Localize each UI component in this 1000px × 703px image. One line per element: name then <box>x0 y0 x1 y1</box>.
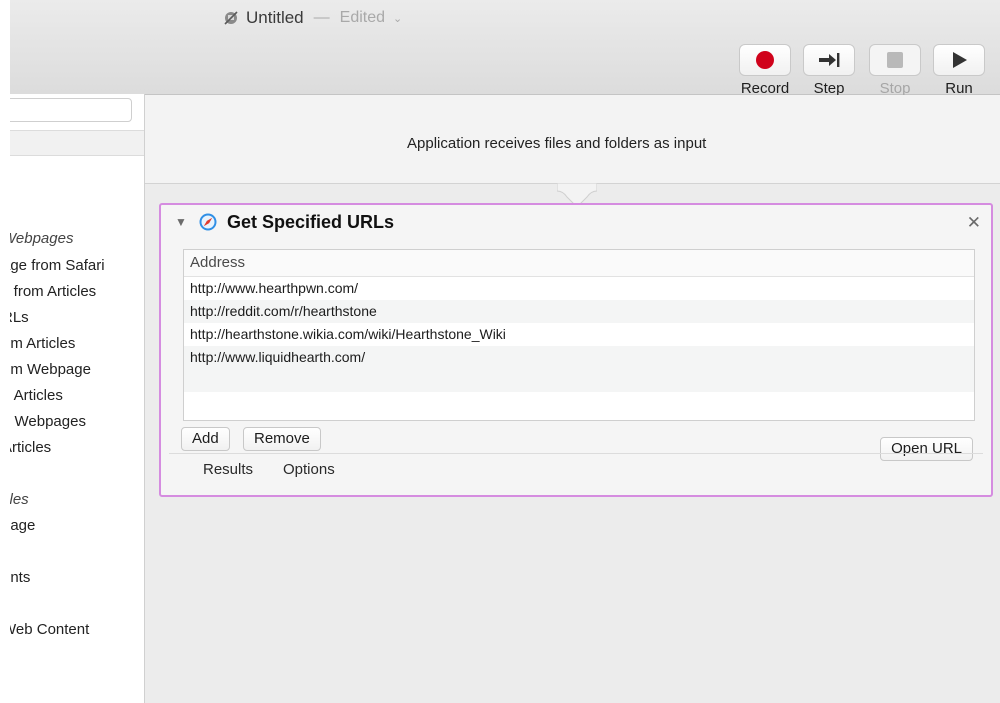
close-icon[interactable]: ✕ <box>967 213 981 233</box>
automator-robot-icon <box>224 11 238 25</box>
table-row[interactable]: http://www.hearthpwn.com/ <box>184 277 974 300</box>
library-header <box>10 130 144 156</box>
add-button[interactable]: Add <box>181 427 230 451</box>
list-item[interactable]: om Articles <box>10 335 75 352</box>
empty-row <box>184 369 974 392</box>
safari-compass-icon <box>199 213 217 231</box>
record-button[interactable]: Record <box>738 44 792 97</box>
list-item[interactable]: age from Safari <box>10 257 105 274</box>
edited-label: Edited <box>339 9 386 26</box>
get-specified-urls-action[interactable]: ▼ Get Specified URLs ✕ Address http://ww… <box>159 203 993 497</box>
url-table[interactable]: Address http://www.hearthpwn.com/ http:/… <box>183 249 975 421</box>
list-item[interactable]: om Webpage <box>10 361 91 378</box>
run-button[interactable]: Run <box>932 44 986 97</box>
automator-window: Untitled — Edited ⌄ Record Step Stop Run… <box>10 0 1000 703</box>
address-column-header[interactable]: Address <box>184 250 974 277</box>
list-item[interactable]: ents <box>10 569 30 586</box>
empty-row <box>184 392 974 415</box>
toolbar: Untitled — Edited ⌄ Record Step Stop Run <box>10 0 1000 97</box>
tab-options[interactable]: Options <box>283 461 335 478</box>
step-button[interactable]: Step <box>802 44 856 97</box>
library-sidebar: Webpages age from Safari s from Articles… <box>10 94 145 703</box>
workflow-input-banner: Application receives files and folders a… <box>145 95 1000 184</box>
list-item[interactable]: Webpages <box>10 230 73 247</box>
input-description: Application receives files and folders a… <box>407 135 707 152</box>
list-item[interactable]: Web Content <box>10 621 89 638</box>
stop-icon <box>887 52 903 68</box>
table-row[interactable]: http://reddit.com/r/hearthstone <box>184 300 974 323</box>
list-item[interactable]: n Webpages <box>10 413 86 430</box>
list-item[interactable]: Articles <box>10 439 51 456</box>
window-title[interactable]: Untitled — Edited ⌄ <box>222 7 402 29</box>
disclosure-triangle-icon[interactable]: ▼ <box>175 215 187 229</box>
title-separator: — <box>313 9 330 26</box>
tab-results[interactable]: Results <box>203 461 253 478</box>
table-row[interactable]: http://www.liquidhearth.com/ <box>184 346 974 369</box>
document-name: Untitled <box>246 8 304 27</box>
list-item[interactable]: RLs <box>10 309 29 326</box>
table-row[interactable]: http://hearthstone.wikia.com/wiki/Hearth… <box>184 323 974 346</box>
open-url-button[interactable]: Open URL <box>880 437 973 461</box>
remove-button[interactable]: Remove <box>243 427 321 451</box>
list-item[interactable]: cles <box>10 491 29 508</box>
list-item[interactable]: n Articles <box>10 387 63 404</box>
record-icon <box>756 51 774 69</box>
chevron-down-icon[interactable]: ⌄ <box>393 12 402 25</box>
step-icon <box>819 53 840 67</box>
play-icon <box>953 52 967 68</box>
divider <box>169 453 983 454</box>
list-item[interactable]: page <box>10 517 35 534</box>
stop-button[interactable]: Stop <box>868 44 922 97</box>
library-search-input[interactable] <box>10 98 132 122</box>
action-title: Get Specified URLs <box>227 212 395 232</box>
list-item[interactable]: s from Articles <box>10 283 96 300</box>
workflow-area: Application receives files and folders a… <box>145 95 1000 703</box>
